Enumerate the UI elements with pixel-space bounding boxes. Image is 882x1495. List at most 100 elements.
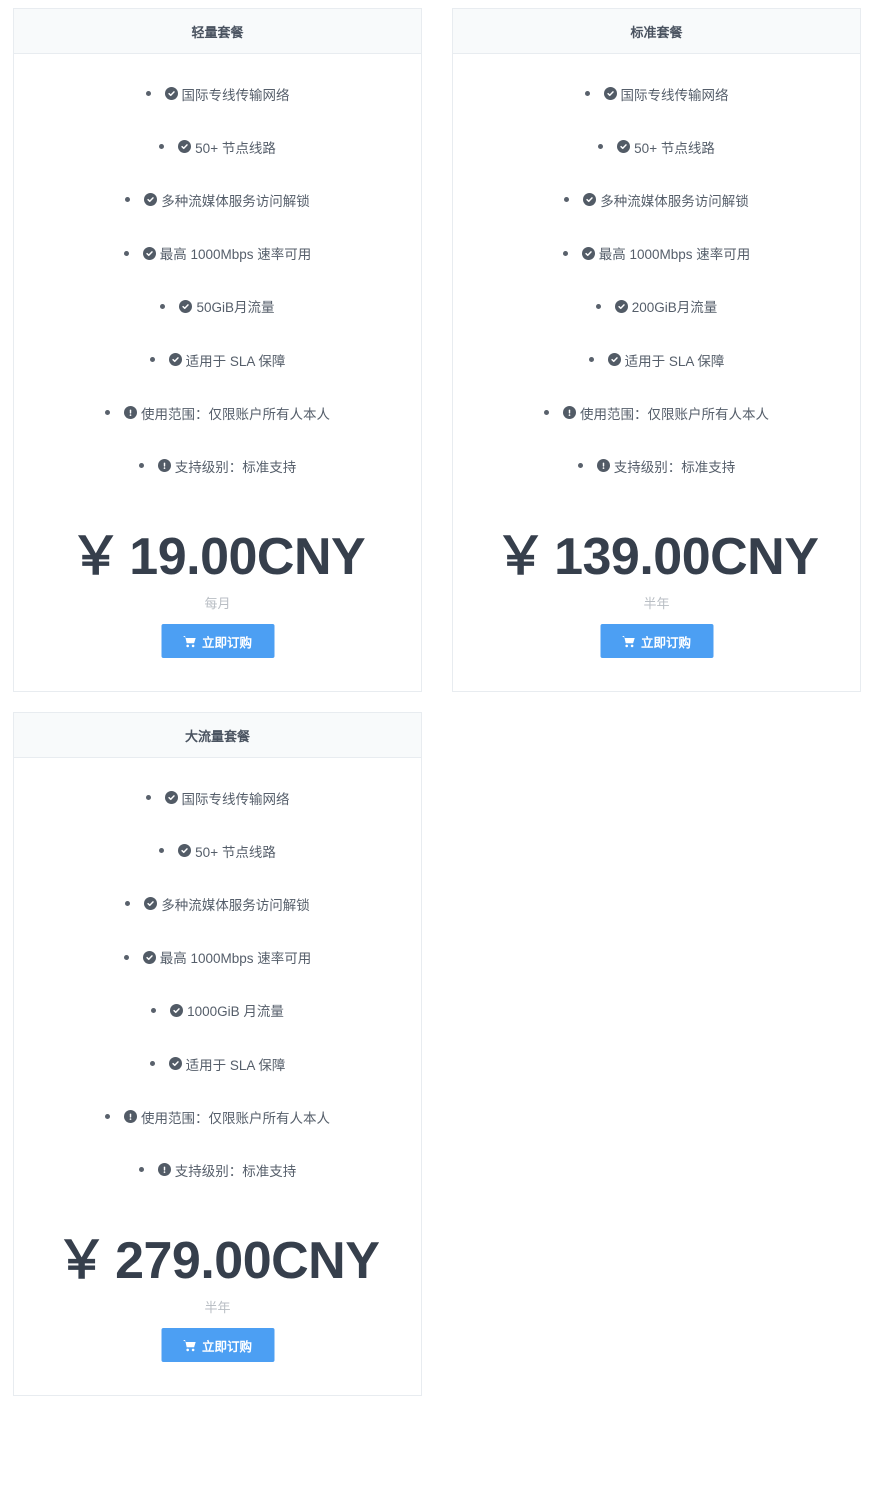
bullet-dot bbox=[149, 1061, 155, 1067]
feature-text: 使用范围：仅限账户所有人本人 bbox=[141, 406, 330, 422]
feature-text: 使用范围：仅限账户所有人本人 bbox=[580, 406, 769, 422]
check-circle-icon bbox=[614, 299, 628, 313]
feature-item: 最高 1000Mbps 速率可用 bbox=[14, 227, 421, 280]
shopping-cart-icon bbox=[622, 635, 636, 647]
plan-price: ￥ 139.00CNY bbox=[453, 531, 860, 583]
feature-item: 1000GiB 月流量 bbox=[14, 984, 421, 1037]
bullet-dot bbox=[138, 463, 144, 469]
feature-text: 使用范围：仅限账户所有人本人 bbox=[141, 1110, 330, 1126]
bullet-dot bbox=[145, 795, 151, 801]
feature-text: 国际专线传输网络 bbox=[181, 87, 290, 103]
feature-text: 多种流媒体服务访问解锁 bbox=[161, 897, 310, 913]
bullet-dot bbox=[125, 197, 131, 203]
order-button-label: 立即订购 bbox=[640, 635, 691, 650]
plan-card: 轻量套餐 国际专线传输网络 50+ 节点线路 多种流媒体服务访问解锁 最高 10… bbox=[13, 8, 422, 692]
exclamation-circle-icon bbox=[124, 406, 137, 420]
shopping-cart-icon bbox=[183, 635, 197, 647]
feature-text: 国际专线传输网络 bbox=[620, 87, 729, 103]
check-circle-icon bbox=[164, 791, 178, 805]
check-circle-icon bbox=[170, 1003, 184, 1017]
feature-text: 50+ 节点线路 bbox=[195, 140, 276, 156]
billing-period: 半年 bbox=[204, 1300, 231, 1315]
shopping-cart-icon bbox=[183, 1339, 197, 1351]
bullet-dot bbox=[125, 901, 131, 907]
check-circle-icon bbox=[144, 193, 158, 207]
feature-item: 50+ 节点线路 bbox=[453, 120, 860, 173]
bullet-dot bbox=[160, 303, 166, 309]
feature-text: 多种流媒体服务访问解锁 bbox=[600, 193, 749, 209]
feature-text: 50+ 节点线路 bbox=[195, 844, 276, 860]
plan-grid: 轻量套餐 国际专线传输网络 50+ 节点线路 多种流媒体服务访问解锁 最高 10… bbox=[0, 0, 882, 1495]
feature-list: 国际专线传输网络 50+ 节点线路 多种流媒体服务访问解锁 最高 1000Mbp… bbox=[453, 54, 860, 493]
exclamation-circle-icon bbox=[596, 459, 610, 473]
check-circle-icon bbox=[142, 950, 156, 964]
price-amount: 139.00CNY bbox=[554, 528, 819, 586]
bullet-dot bbox=[595, 303, 601, 309]
exclamation-circle-icon bbox=[157, 1163, 171, 1177]
order-button-label: 立即订购 bbox=[201, 1339, 252, 1354]
check-circle-icon bbox=[603, 87, 617, 101]
feature-item: 适用于 SLA 保障 bbox=[14, 1037, 421, 1090]
feature-item: 适用于 SLA 保障 bbox=[14, 333, 421, 386]
feature-item: 国际专线传输网络 bbox=[14, 67, 421, 120]
check-circle-icon bbox=[617, 140, 631, 154]
bullet-dot bbox=[159, 144, 165, 150]
feature-text: 多种流媒体服务访问解锁 bbox=[161, 193, 310, 209]
feature-item: 50+ 节点线路 bbox=[14, 824, 421, 877]
bullet-dot bbox=[564, 197, 570, 203]
plan-title: 轻量套餐 bbox=[14, 9, 421, 54]
plan-card: 标准套餐 国际专线传输网络 50+ 节点线路 多种流媒体服务访问解锁 最高 10… bbox=[452, 8, 861, 692]
feature-text: 1000GiB 月流量 bbox=[187, 1004, 284, 1020]
feature-text: 200GiB月流量 bbox=[631, 300, 718, 316]
feature-item: 多种流媒体服务访问解锁 bbox=[453, 173, 860, 226]
feature-text: 支持级别：标准支持 bbox=[174, 459, 297, 475]
bullet-dot bbox=[544, 410, 549, 416]
feature-item: 最高 1000Mbps 速率可用 bbox=[14, 931, 421, 984]
plan-card: 大流量套餐 国际专线传输网络 50+ 节点线路 多种流媒体服务访问解锁 最高 1… bbox=[13, 712, 422, 1396]
order-now-button[interactable]: 立即订购 bbox=[600, 624, 713, 658]
feature-text: 最高 1000Mbps 速率可用 bbox=[598, 247, 751, 263]
feature-text: 50+ 节点线路 bbox=[634, 140, 715, 156]
feature-item: 支持级别：标准支持 bbox=[14, 1143, 421, 1196]
bullet-dot bbox=[123, 954, 129, 960]
feature-text: 支持级别：标准支持 bbox=[613, 459, 736, 475]
check-circle-icon bbox=[179, 299, 193, 313]
currency-symbol: ￥ bbox=[55, 1232, 108, 1290]
feature-item: 使用范围：仅限账户所有人本人 bbox=[14, 386, 421, 439]
bullet-dot bbox=[577, 463, 583, 469]
check-circle-icon bbox=[168, 353, 182, 367]
currency-symbol: ￥ bbox=[69, 528, 122, 586]
feature-item: 最高 1000Mbps 速率可用 bbox=[453, 227, 860, 280]
check-circle-icon bbox=[583, 193, 597, 207]
plan-title: 大流量套餐 bbox=[14, 713, 421, 758]
feature-text: 适用于 SLA 保障 bbox=[185, 1057, 286, 1073]
feature-item: 国际专线传输网络 bbox=[453, 67, 860, 120]
check-circle-icon bbox=[144, 897, 158, 911]
check-circle-icon bbox=[178, 844, 192, 858]
plan-price: ￥ 279.00CNY bbox=[14, 1235, 421, 1287]
bullet-dot bbox=[105, 1114, 110, 1120]
exclamation-circle-icon bbox=[157, 459, 171, 473]
feature-item: 国际专线传输网络 bbox=[14, 771, 421, 824]
feature-list: 国际专线传输网络 50+ 节点线路 多种流媒体服务访问解锁 最高 1000Mbp… bbox=[14, 758, 421, 1197]
bullet-dot bbox=[159, 848, 165, 854]
price-amount: 19.00CNY bbox=[129, 528, 366, 586]
check-circle-icon bbox=[164, 87, 178, 101]
bullet-dot bbox=[138, 1167, 144, 1173]
exclamation-circle-icon bbox=[124, 1110, 137, 1124]
plan-price: ￥ 19.00CNY bbox=[14, 531, 421, 583]
check-circle-icon bbox=[581, 246, 595, 260]
bullet-dot bbox=[598, 144, 604, 150]
feature-list: 国际专线传输网络 50+ 节点线路 多种流媒体服务访问解锁 最高 1000Mbp… bbox=[14, 54, 421, 493]
order-now-button[interactable]: 立即订购 bbox=[161, 624, 274, 658]
bullet-dot bbox=[105, 410, 110, 416]
plan-title: 标准套餐 bbox=[453, 9, 860, 54]
order-button-label: 立即订购 bbox=[201, 635, 252, 650]
exclamation-circle-icon bbox=[563, 406, 576, 420]
check-circle-icon bbox=[142, 246, 156, 260]
feature-item: 支持级别：标准支持 bbox=[453, 439, 860, 492]
currency-symbol: ￥ bbox=[494, 528, 547, 586]
order-now-button[interactable]: 立即订购 bbox=[161, 1328, 274, 1362]
bullet-dot bbox=[149, 357, 155, 363]
feature-item: 50+ 节点线路 bbox=[14, 120, 421, 173]
